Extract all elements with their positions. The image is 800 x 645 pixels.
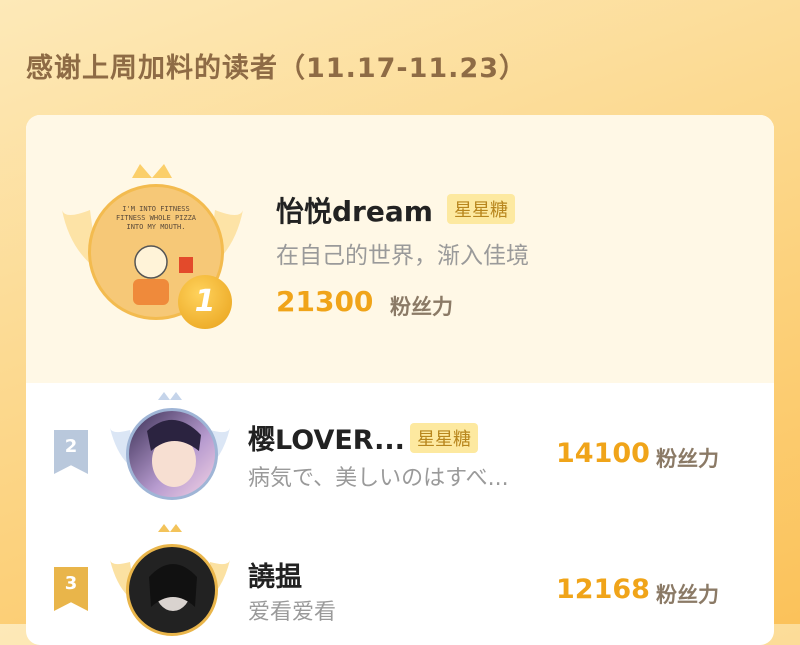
reader-2-signature: 病気で、美しいのはすべ...	[248, 466, 509, 491]
reader-3-score: 12168	[556, 574, 650, 605]
rank-3-avatar-frame	[110, 522, 230, 636]
rank-1-avatar-frame: I'M INTO FITNESS FITNESS WHOLE PIZZA INT…	[60, 160, 245, 335]
crown-icon	[132, 164, 172, 178]
reader-1-name[interactable]: 怡悦dream	[276, 190, 433, 230]
reader-1-badge: 星星糖	[447, 194, 515, 224]
reader-2-badge: 星星糖	[410, 423, 478, 453]
reader-3-unit: 粉丝力	[656, 583, 719, 607]
reader-3-name[interactable]: 譊揾	[248, 555, 302, 594]
avatar-caption: I'M INTO FITNESS FITNESS WHOLE PIZZA INT…	[115, 205, 197, 231]
reader-2-name[interactable]: 樱LOVER...	[248, 418, 405, 457]
reader-1-signature: 在自己的世界，渐入佳境	[276, 243, 529, 269]
avatar[interactable]	[126, 544, 218, 636]
reader-2-unit: 粉丝力	[656, 447, 719, 471]
reader-3-signature: 爱看爱看	[248, 600, 337, 625]
reader-1-unit: 粉丝力	[390, 295, 453, 319]
avatar[interactable]	[126, 408, 218, 500]
reader-1-score: 21300	[276, 285, 374, 318]
rank-1-medal: 1	[178, 275, 232, 329]
reader-2-score: 14100	[556, 438, 650, 469]
page-title: 感谢上周加料的读者（11.17-11.23）	[26, 53, 528, 84]
crown-icon	[158, 524, 182, 532]
crown-icon	[158, 392, 182, 400]
rank-2-avatar-frame	[110, 390, 230, 500]
